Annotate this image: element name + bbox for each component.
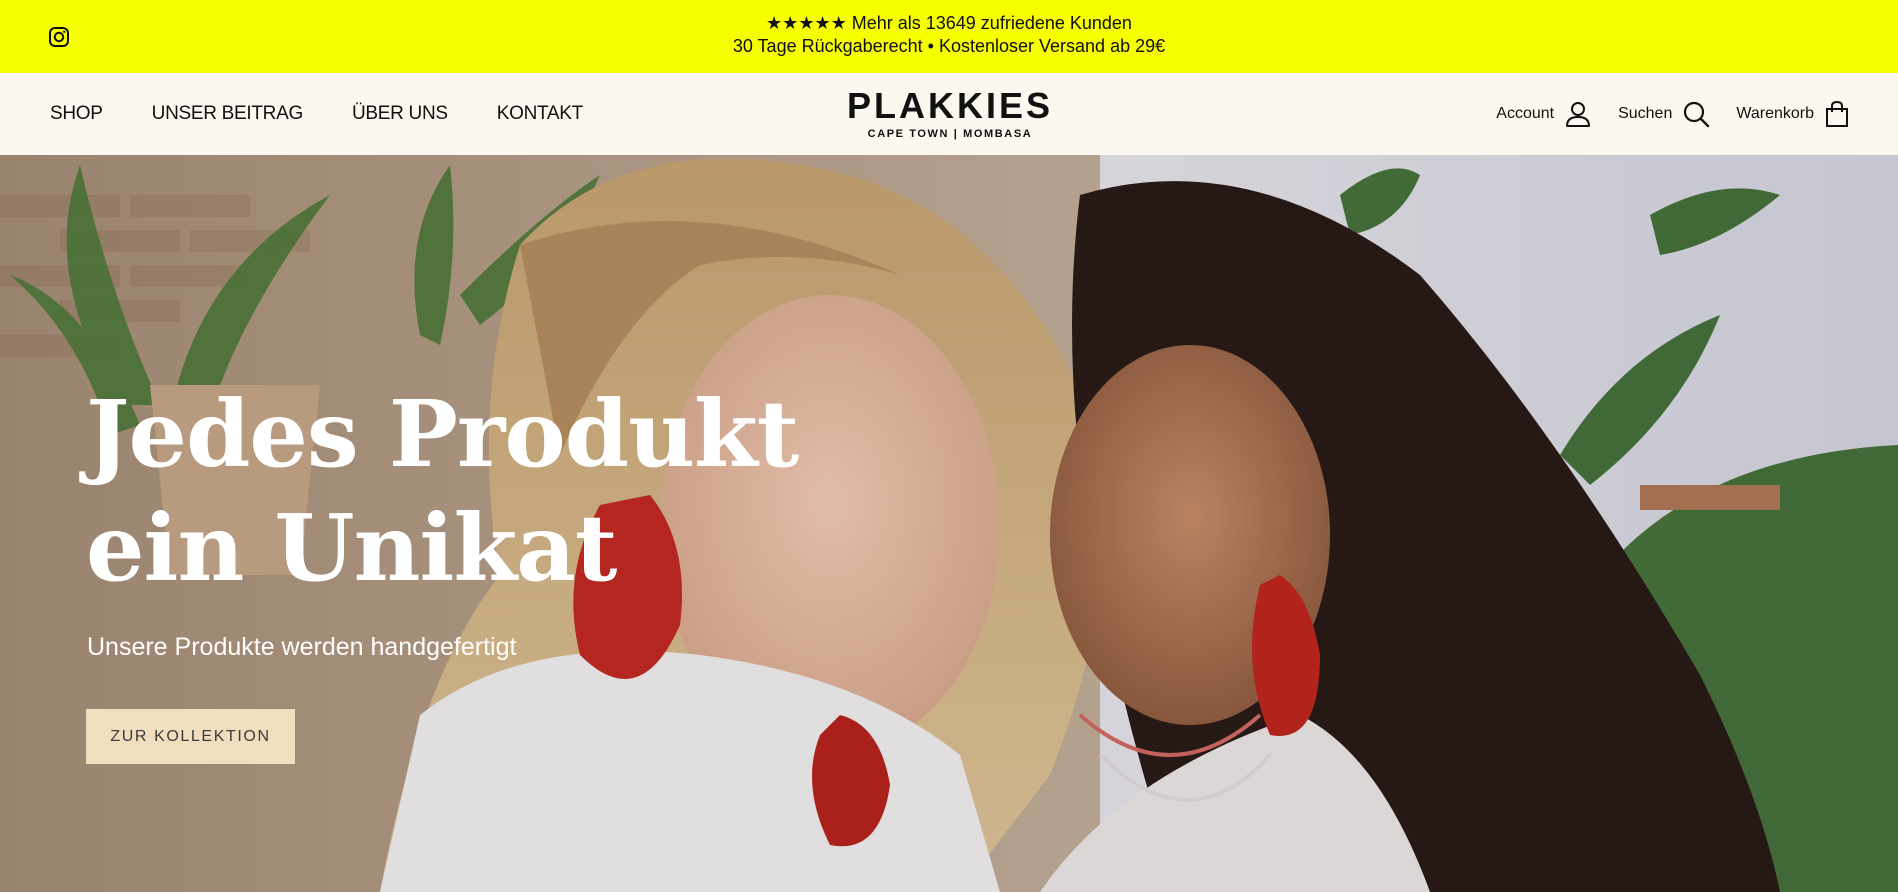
announcement-bar: ★★★★★ Mehr als 13649 zufriedene Kunden 3… (0, 0, 1898, 73)
account-link[interactable]: Account (1496, 100, 1592, 128)
shop-collection-button[interactable]: ZUR KOLLEKTION (86, 709, 295, 764)
logo-subtitle: CAPE TOWN | MOMBASA (867, 128, 1033, 140)
announcement-text: ★★★★★ Mehr als 13649 zufriedene Kunden 3… (0, 12, 1898, 58)
logo-brand: PLAKKIES (846, 85, 1054, 126)
announcement-shipping: 30 Tage Rückgaberecht • Kostenloser Vers… (732, 36, 1166, 56)
hero-subline: Unsere Produkte werden handgefertigt (87, 633, 517, 661)
site-header: SHOP UNSER BEITRAG ÜBER UNS KONTAKT PLAK… (0, 73, 1898, 155)
utility-nav: Account Suchen Warenkorb (1470, 73, 1850, 155)
search-icon (1682, 100, 1710, 128)
hero-banner: Jedes Produkt ein Unikat Unsere Produkte… (0, 155, 1898, 892)
nav-item-kontakt[interactable]: KONTAKT (497, 103, 584, 125)
shopping-bag-icon (1824, 100, 1850, 128)
account-label: Account (1496, 105, 1555, 122)
site-logo[interactable]: PLAKKIES CAPE TOWN | MOMBASA (835, 85, 1065, 141)
nav-item-unser-beitrag[interactable]: UNSER BEITRAG (152, 103, 304, 125)
hero-headline: Jedes Produkt ein Unikat (86, 377, 799, 605)
nav-item-ueber-uns[interactable]: ÜBER UNS (352, 103, 448, 125)
search-label: Suchen (1618, 105, 1673, 122)
search-link[interactable]: Suchen (1618, 100, 1710, 128)
main-nav: SHOP UNSER BEITRAG ÜBER UNS KONTAKT (50, 73, 632, 155)
hero-headline-line2: ein Unikat (86, 494, 617, 602)
announcement-reviews: ★★★★★ Mehr als 13649 zufriedene Kunden (766, 13, 1132, 33)
cart-label: Warenkorb (1736, 105, 1814, 122)
cart-link[interactable]: Warenkorb (1736, 100, 1850, 128)
user-icon (1564, 100, 1592, 128)
nav-item-shop[interactable]: SHOP (50, 103, 103, 125)
hero-headline-line1: Jedes Produkt (86, 380, 799, 488)
